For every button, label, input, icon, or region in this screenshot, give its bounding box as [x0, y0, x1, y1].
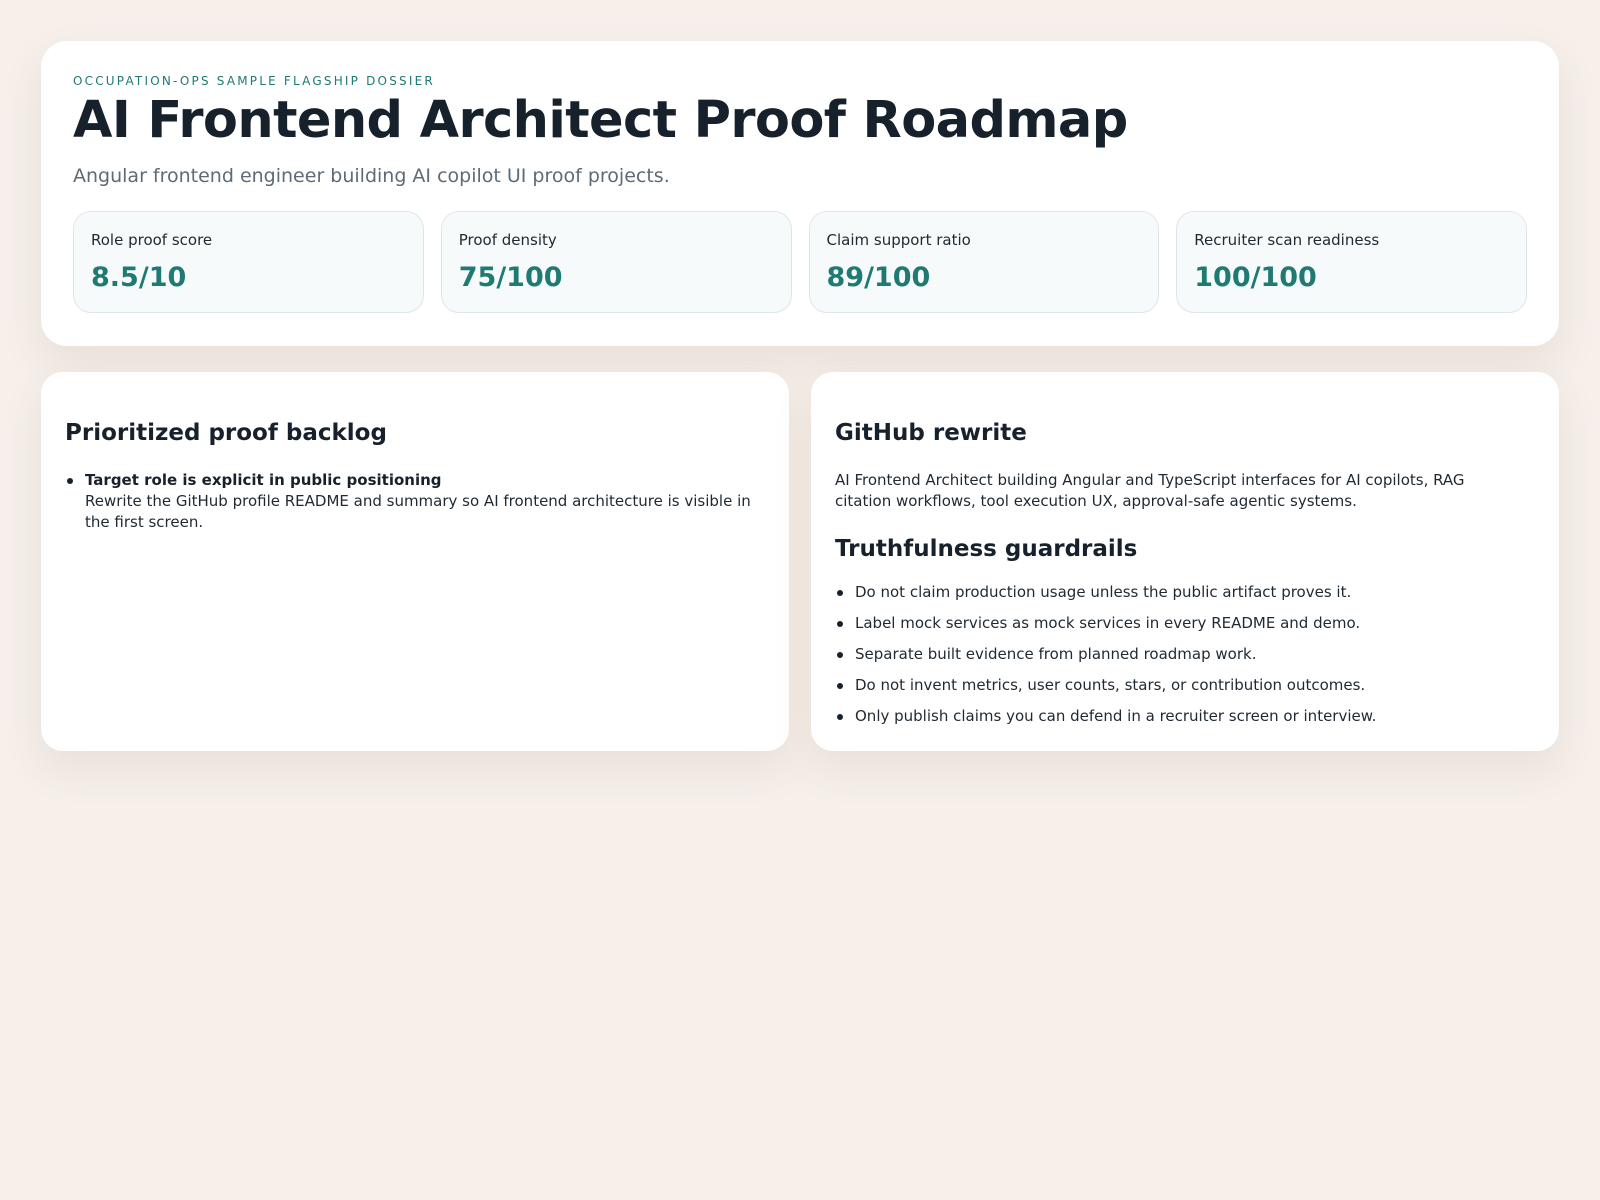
- list-item: Label mock services as mock services in …: [835, 613, 1534, 634]
- guardrail-text: Only publish claims you can defend in a …: [855, 707, 1377, 725]
- list-item: Only publish claims you can defend in a …: [835, 706, 1534, 727]
- bullet-icon: [837, 590, 843, 596]
- guardrail-text: Label mock services as mock services in …: [855, 614, 1361, 632]
- eyebrow-label: OCCUPATION-OPS SAMPLE FLAGSHIP DOSSIER: [73, 74, 435, 88]
- metric-value: 75/100: [458, 262, 563, 293]
- bullet-icon: [67, 478, 73, 484]
- guardrail-text: Separate built evidence from planned roa…: [855, 645, 1257, 663]
- metric-value: 8.5/10: [91, 262, 187, 293]
- bullet-icon: [837, 652, 843, 658]
- metric-card-role-proof-score: Role proof score 8.5/10: [73, 211, 424, 313]
- metric-value: 89/100: [826, 262, 931, 293]
- list-item: Target role is explicit in public positi…: [65, 470, 764, 533]
- metric-label: Recruiter scan readiness: [1194, 231, 1380, 249]
- guardrail-text: Do not invent metrics, user counts, star…: [855, 676, 1366, 694]
- metric-label: Role proof score: [91, 231, 213, 249]
- hero-card: OCCUPATION-OPS SAMPLE FLAGSHIP DOSSIER A…: [41, 41, 1559, 346]
- page-title: AI Frontend Architect Proof Roadmap: [73, 91, 1128, 150]
- github-heading: GitHub rewrite: [835, 420, 1027, 446]
- guardrail-text: Do not claim production usage unless the…: [855, 583, 1352, 601]
- metric-value: 100/100: [1194, 262, 1317, 293]
- metric-card-proof-density: Proof density 75/100: [440, 211, 792, 313]
- metric-card-claim-support-ratio: Claim support ratio 89/100: [808, 211, 1160, 313]
- list-item: Do not invent metrics, user counts, star…: [835, 675, 1534, 696]
- bullet-icon: [837, 683, 843, 689]
- metric-label: Claim support ratio: [826, 231, 971, 249]
- backlog-panel: Prioritized proof backlog Target role is…: [41, 372, 789, 751]
- metrics-row: Role proof score 8.5/10 Proof density 75…: [73, 211, 1527, 313]
- backlog-item-title: Target role is explicit in public positi…: [85, 471, 442, 489]
- bullet-icon: [837, 714, 843, 720]
- list-item: Separate built evidence from planned roa…: [835, 644, 1534, 665]
- github-panel: GitHub rewrite AI Frontend Architect bui…: [811, 372, 1559, 751]
- page-subtitle: Angular frontend engineer building AI co…: [73, 165, 670, 187]
- list-item: Do not claim production usage unless the…: [835, 582, 1534, 603]
- guardrails-heading: Truthfulness guardrails: [835, 536, 1138, 562]
- backlog-list: Target role is explicit in public positi…: [65, 470, 764, 533]
- guardrails-list: Do not claim production usage unless the…: [835, 582, 1534, 727]
- bullet-icon: [837, 621, 843, 627]
- backlog-heading: Prioritized proof backlog: [65, 420, 387, 446]
- metric-label: Proof density: [458, 231, 557, 249]
- metric-card-recruiter-scan-readiness: Recruiter scan readiness 100/100: [1176, 211, 1527, 313]
- backlog-item-body: Rewrite the GitHub profile README and su…: [85, 492, 751, 531]
- github-rewrite-text: AI Frontend Architect building Angular a…: [835, 471, 1465, 510]
